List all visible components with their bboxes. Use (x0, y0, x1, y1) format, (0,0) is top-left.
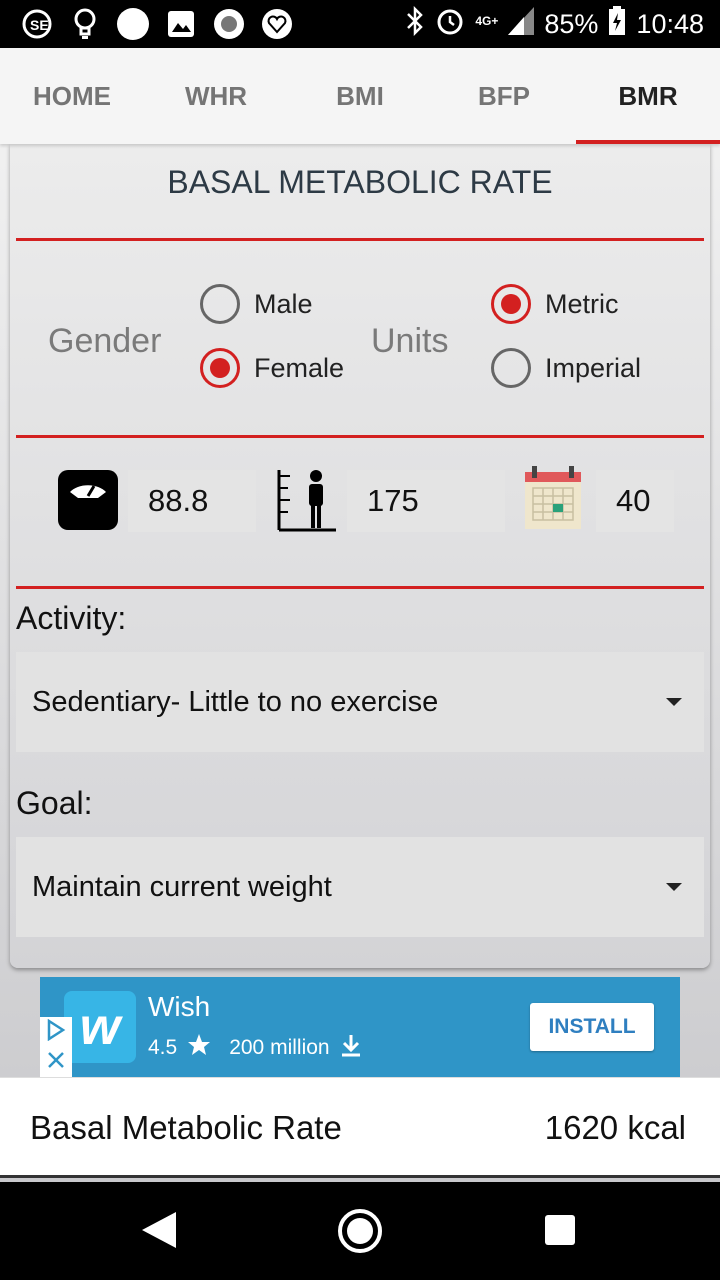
height-icon (276, 468, 338, 537)
radio-male-indicator[interactable] (200, 284, 240, 324)
ad-app-name: Wish (148, 991, 211, 1022)
calendar-icon (524, 466, 582, 535)
ad-meta: 4.5 200 million (148, 1033, 362, 1063)
tab-home[interactable]: HOME (0, 48, 144, 144)
radio-metric-label: Metric (545, 288, 619, 319)
radio-imperial-indicator[interactable] (491, 348, 531, 388)
ad-downloads: 200 million (229, 1036, 330, 1059)
goal-dropdown[interactable]: Maintain current weight (16, 837, 704, 937)
divider (0, 1175, 720, 1178)
radio-female[interactable]: Female (200, 348, 344, 388)
network-label: 4G+ (475, 13, 499, 28)
activity-label: Activity: (16, 600, 127, 636)
tab-bfp[interactable]: BFP (432, 48, 576, 144)
bmr-card: BASAL METABOLIC RATE Gender Male Female … (10, 144, 710, 968)
home-icon[interactable] (338, 1209, 382, 1253)
ad-choices-icon[interactable] (46, 1018, 66, 1046)
ad-banner[interactable]: w Wish 4.5 200 million INSTALL (40, 977, 680, 1077)
se-icon: SE (20, 7, 54, 41)
record-icon (212, 7, 246, 41)
goal-label: Goal: (16, 785, 93, 821)
alarm-icon (435, 6, 465, 43)
radio-metric[interactable]: Metric (491, 284, 619, 324)
status-bar: SE 4G+ 85% 10:48 (0, 0, 720, 48)
goal-selected: Maintain current weight (32, 870, 332, 903)
radio-female-label: Female (254, 352, 345, 383)
radio-male-label: Male (254, 288, 313, 319)
scale-icon (58, 470, 118, 535)
radio-imperial-label: Imperial (545, 352, 642, 383)
page-title: BASAL METABOLIC RATE (167, 164, 553, 200)
close-icon[interactable] (46, 1050, 66, 1075)
battery-charging-icon (608, 5, 626, 43)
tab-bar: HOME WHR BMI BFP BMR (0, 48, 720, 144)
circle-icon (116, 7, 150, 41)
navigation-bar (0, 1182, 720, 1280)
tab-whr[interactable]: WHR (144, 48, 288, 144)
app-screen: HOME WHR BMI BFP BMR BASAL METABOLIC RAT… (0, 48, 720, 1182)
install-button[interactable]: INSTALL (530, 1003, 654, 1051)
download-icon (340, 1033, 362, 1063)
wish-logo: w (64, 991, 136, 1063)
radio-male[interactable]: Male (200, 284, 313, 324)
weight-input[interactable]: 88.8 (128, 470, 256, 532)
activity-selected: Sedentiary- Little to no exercise (32, 685, 439, 718)
radio-female-indicator[interactable] (200, 348, 240, 388)
signal-icon (508, 6, 535, 42)
height-input[interactable]: 175 (347, 470, 505, 532)
recents-icon[interactable] (545, 1215, 575, 1245)
age-input[interactable]: 40 (596, 470, 674, 532)
radio-imperial[interactable]: Imperial (491, 348, 641, 388)
result-value: 1620 kcal (544, 1108, 686, 1146)
ad-choices[interactable] (40, 1017, 72, 1077)
ad-rating: 4.5 (148, 1036, 178, 1059)
radio-metric-indicator[interactable] (491, 284, 531, 324)
clock-label: 10:48 (636, 8, 704, 39)
back-icon[interactable] (142, 1212, 176, 1248)
image-icon (164, 7, 198, 41)
result-bar: Basal Metabolic Rate 1620 kcal (0, 1077, 720, 1177)
activity-dropdown[interactable]: Sedentiary- Little to no exercise (16, 652, 704, 752)
gender-label: Gender (48, 322, 162, 360)
units-label: Units (371, 322, 449, 360)
svg-text:SE: SE (30, 17, 49, 33)
divider (16, 435, 704, 438)
bluetooth-icon (405, 5, 425, 43)
divider (16, 586, 704, 589)
battery-label: 85% (544, 8, 599, 39)
star-icon (187, 1033, 211, 1063)
caret-down-icon (666, 698, 682, 706)
tab-bmr[interactable]: BMR (576, 48, 720, 144)
tab-bmi[interactable]: BMI (288, 48, 432, 144)
caret-down-icon (666, 883, 682, 891)
divider (16, 238, 704, 241)
lightbulb-icon (68, 7, 102, 41)
result-label: Basal Metabolic Rate (30, 1108, 342, 1146)
heart-badge-icon (260, 7, 294, 41)
